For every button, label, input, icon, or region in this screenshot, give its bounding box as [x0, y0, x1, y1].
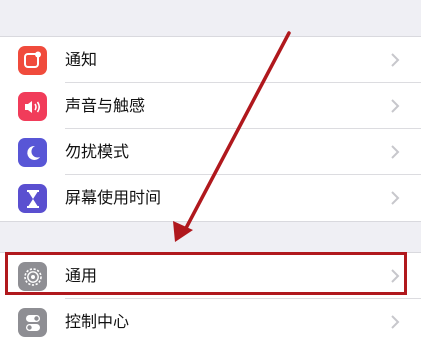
hourglass-icon [18, 184, 47, 213]
control-center-icon [18, 308, 47, 337]
settings-item-sounds[interactable]: 声音与触感 [0, 83, 421, 129]
settings-group-top: 通知 声音与触感 勿扰模式 屏幕使用时间 [0, 36, 421, 222]
settings-item-label: 屏幕使用时间 [65, 188, 162, 207]
settings-item-label: 勿扰模式 [65, 142, 130, 161]
settings-item-label: 通知 [65, 50, 98, 69]
settings-item-general[interactable]: 通用 [0, 253, 421, 299]
settings-item-label: 控制中心 [65, 312, 130, 331]
chevron-right-icon [391, 191, 400, 205]
settings-item-control-center[interactable]: 控制中心 [0, 299, 421, 345]
settings-group-bottom: 通用 控制中心 [0, 252, 421, 345]
gear-icon [18, 262, 47, 291]
moon-icon [18, 138, 47, 167]
settings-item-screen-time[interactable]: 屏幕使用时间 [0, 175, 421, 221]
settings-item-label: 通用 [65, 266, 98, 285]
chevron-right-icon [391, 99, 400, 113]
chevron-right-icon [391, 53, 400, 67]
chevron-right-icon [391, 145, 400, 159]
chevron-right-icon [391, 269, 400, 283]
settings-item-do-not-disturb[interactable]: 勿扰模式 [0, 129, 421, 175]
speaker-icon [18, 92, 47, 121]
settings-item-label: 声音与触感 [65, 96, 146, 115]
notifications-icon [18, 46, 47, 75]
chevron-right-icon [391, 315, 400, 329]
settings-item-notifications[interactable]: 通知 [0, 37, 421, 83]
